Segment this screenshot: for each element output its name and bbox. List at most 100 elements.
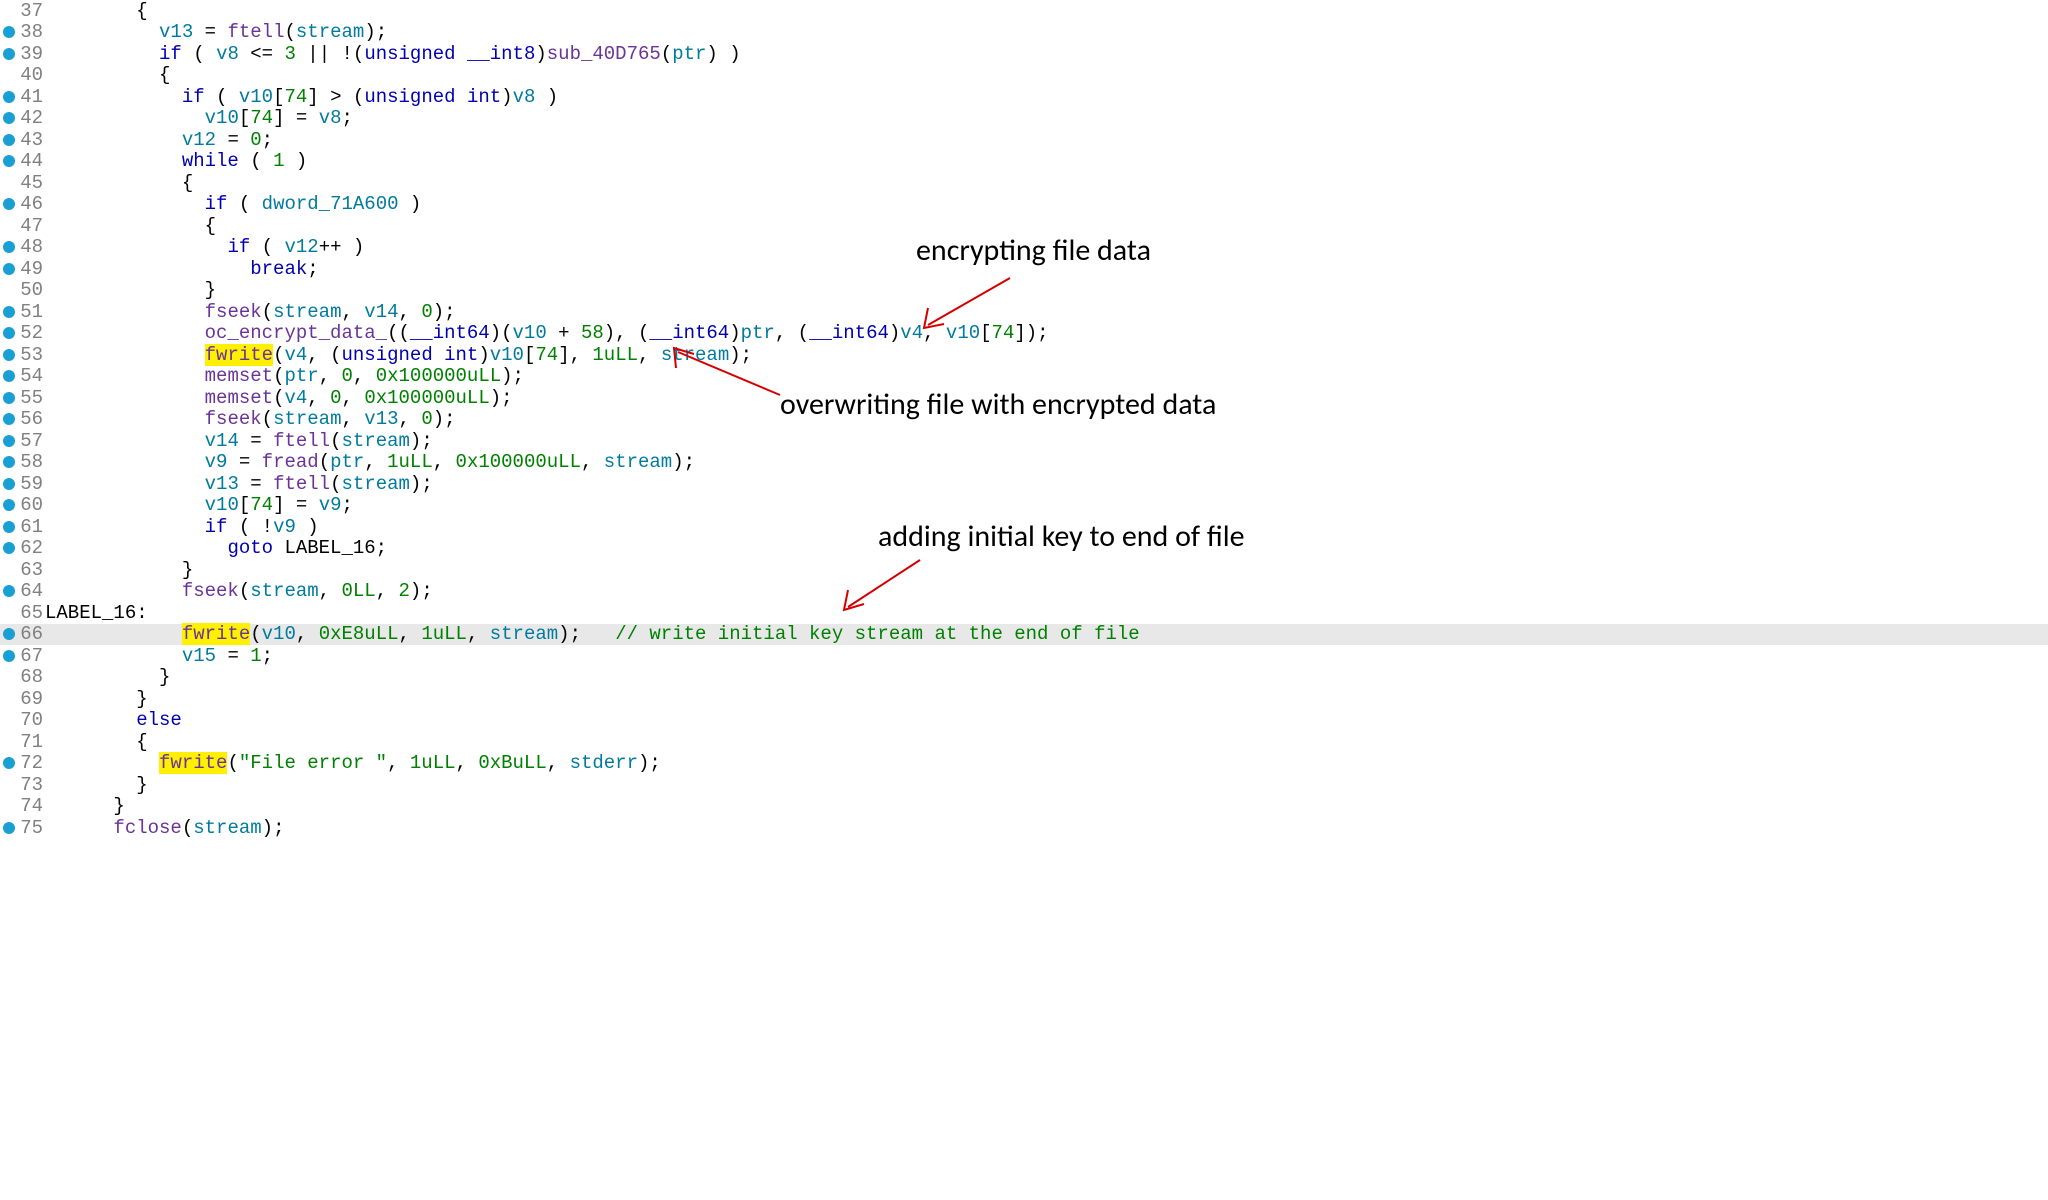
- code-line[interactable]: 53 fwrite(v4, (unsigned int)v10[74], 1uL…: [0, 344, 2048, 366]
- breakpoint-icon[interactable]: [3, 585, 15, 597]
- code-text[interactable]: {: [45, 172, 193, 194]
- code-text[interactable]: memset(ptr, 0, 0x100000uLL);: [45, 365, 524, 387]
- code-line[interactable]: 38 v13 = ftell(stream);: [0, 22, 2048, 44]
- code-text[interactable]: if ( v10[74] > (unsigned int)v8 ): [45, 86, 558, 108]
- code-text[interactable]: }: [45, 774, 148, 796]
- code-line[interactable]: 54 memset(ptr, 0, 0x100000uLL);: [0, 366, 2048, 388]
- code-text[interactable]: goto LABEL_16;: [45, 537, 387, 559]
- code-text[interactable]: }: [45, 795, 125, 817]
- code-line[interactable]: 58 v9 = fread(ptr, 1uLL, 0x100000uLL, st…: [0, 452, 2048, 474]
- code-text[interactable]: break;: [45, 258, 319, 280]
- code-line[interactable]: 69 }: [0, 688, 2048, 710]
- breakpoint-icon[interactable]: [3, 392, 15, 404]
- code-text[interactable]: v13 = ftell(stream);: [45, 21, 387, 43]
- breakpoint-icon[interactable]: [3, 155, 15, 167]
- breakpoint-icon[interactable]: [3, 456, 15, 468]
- code-line[interactable]: 51 fseek(stream, v14, 0);: [0, 301, 2048, 323]
- code-text[interactable]: v9 = fread(ptr, 1uLL, 0x100000uLL, strea…: [45, 451, 695, 473]
- code-text[interactable]: fwrite(v10, 0xE8uLL, 1uLL, stream); // w…: [45, 623, 1140, 645]
- code-text[interactable]: }: [45, 559, 193, 581]
- code-text[interactable]: v13 = ftell(stream);: [45, 473, 433, 495]
- breakpoint-icon[interactable]: [3, 521, 15, 533]
- code-text[interactable]: LABEL_16:: [45, 602, 148, 624]
- code-line[interactable]: 59 v13 = ftell(stream);: [0, 473, 2048, 495]
- code-line[interactable]: 37 {: [0, 0, 2048, 22]
- breakpoint-icon[interactable]: [3, 370, 15, 382]
- code-text[interactable]: fclose(stream);: [45, 817, 284, 839]
- breakpoint-icon[interactable]: [3, 26, 15, 38]
- code-text[interactable]: fseek(stream, 0LL, 2);: [45, 580, 433, 602]
- code-text[interactable]: if ( v8 <= 3 || !(unsigned __int8)sub_40…: [45, 43, 741, 65]
- breakpoint-icon[interactable]: [3, 478, 15, 490]
- code-text[interactable]: fwrite(v4, (unsigned int)v10[74], 1uLL, …: [45, 344, 752, 366]
- breakpoint-icon[interactable]: [3, 499, 15, 511]
- code-line[interactable]: 74 }: [0, 796, 2048, 818]
- code-line[interactable]: 73 }: [0, 774, 2048, 796]
- code-text[interactable]: {: [45, 215, 216, 237]
- code-line[interactable]: 43 v12 = 0;: [0, 129, 2048, 151]
- code-text[interactable]: }: [45, 279, 216, 301]
- code-text[interactable]: if ( dword_71A600 ): [45, 193, 421, 215]
- code-line[interactable]: 44 while ( 1 ): [0, 151, 2048, 173]
- breakpoint-icon[interactable]: [3, 241, 15, 253]
- breakpoint-icon[interactable]: [3, 48, 15, 60]
- code-text[interactable]: v14 = ftell(stream);: [45, 430, 433, 452]
- code-line[interactable]: 66 fwrite(v10, 0xE8uLL, 1uLL, stream); /…: [0, 624, 2048, 646]
- breakpoint-icon[interactable]: [3, 435, 15, 447]
- code-text[interactable]: {: [45, 64, 170, 86]
- code-line[interactable]: 64 fseek(stream, 0LL, 2);: [0, 581, 2048, 603]
- code-text[interactable]: fseek(stream, v13, 0);: [45, 408, 456, 430]
- code-line[interactable]: 72 fwrite("File error ", 1uLL, 0xBuLL, s…: [0, 753, 2048, 775]
- code-text[interactable]: while ( 1 ): [45, 150, 307, 172]
- code-line[interactable]: 39 if ( v8 <= 3 || !(unsigned __int8)sub…: [0, 43, 2048, 65]
- breakpoint-icon[interactable]: [3, 822, 15, 834]
- code-line[interactable]: 41 if ( v10[74] > (unsigned int)v8 ): [0, 86, 2048, 108]
- breakpoint-icon[interactable]: [3, 263, 15, 275]
- code-text[interactable]: fwrite("File error ", 1uLL, 0xBuLL, stde…: [45, 752, 661, 774]
- breakpoint-icon[interactable]: [3, 413, 15, 425]
- breakpoint-icon[interactable]: [3, 91, 15, 103]
- code-line[interactable]: 65LABEL_16:: [0, 602, 2048, 624]
- code-line[interactable]: 75 fclose(stream);: [0, 817, 2048, 839]
- code-text[interactable]: memset(v4, 0, 0x100000uLL);: [45, 387, 513, 409]
- code-text[interactable]: v10[74] = v9;: [45, 494, 353, 516]
- code-line[interactable]: 46 if ( dword_71A600 ): [0, 194, 2048, 216]
- code-line[interactable]: 50 }: [0, 280, 2048, 302]
- breakpoint-icon[interactable]: [3, 112, 15, 124]
- line-number: 65: [0, 602, 45, 624]
- breakpoint-icon[interactable]: [3, 134, 15, 146]
- code-line[interactable]: 57 v14 = ftell(stream);: [0, 430, 2048, 452]
- code-text[interactable]: fseek(stream, v14, 0);: [45, 301, 456, 323]
- code-line[interactable]: 40 {: [0, 65, 2048, 87]
- code-line[interactable]: 70 else: [0, 710, 2048, 732]
- code-line[interactable]: 45 {: [0, 172, 2048, 194]
- breakpoint-icon[interactable]: [3, 757, 15, 769]
- arrow-icon: [910, 270, 1020, 340]
- code-text[interactable]: if ( v12++ ): [45, 236, 364, 258]
- code-line[interactable]: 71 {: [0, 731, 2048, 753]
- code-line[interactable]: 63 }: [0, 559, 2048, 581]
- code-text[interactable]: {: [45, 731, 148, 753]
- code-text[interactable]: }: [45, 688, 148, 710]
- code-text[interactable]: v10[74] = v8;: [45, 107, 353, 129]
- breakpoint-icon[interactable]: [3, 628, 15, 640]
- code-line[interactable]: 52 oc_encrypt_data_((__int64)(v10 + 58),…: [0, 323, 2048, 345]
- code-text[interactable]: {: [45, 0, 148, 22]
- breakpoint-icon[interactable]: [3, 306, 15, 318]
- line-number: 73: [0, 774, 45, 796]
- breakpoint-icon[interactable]: [3, 327, 15, 339]
- breakpoint-icon[interactable]: [3, 650, 15, 662]
- code-text[interactable]: if ( !v9 ): [45, 516, 319, 538]
- code-line[interactable]: 60 v10[74] = v9;: [0, 495, 2048, 517]
- code-text[interactable]: oc_encrypt_data_((__int64)(v10 + 58), (_…: [45, 322, 1049, 344]
- code-line[interactable]: 67 v15 = 1;: [0, 645, 2048, 667]
- code-text[interactable]: v12 = 0;: [45, 129, 273, 151]
- code-text[interactable]: }: [45, 666, 170, 688]
- code-text[interactable]: else: [45, 709, 182, 731]
- breakpoint-icon[interactable]: [3, 349, 15, 361]
- code-text[interactable]: v15 = 1;: [45, 645, 273, 667]
- breakpoint-icon[interactable]: [3, 542, 15, 554]
- code-line[interactable]: 68 }: [0, 667, 2048, 689]
- code-line[interactable]: 42 v10[74] = v8;: [0, 108, 2048, 130]
- breakpoint-icon[interactable]: [3, 198, 15, 210]
